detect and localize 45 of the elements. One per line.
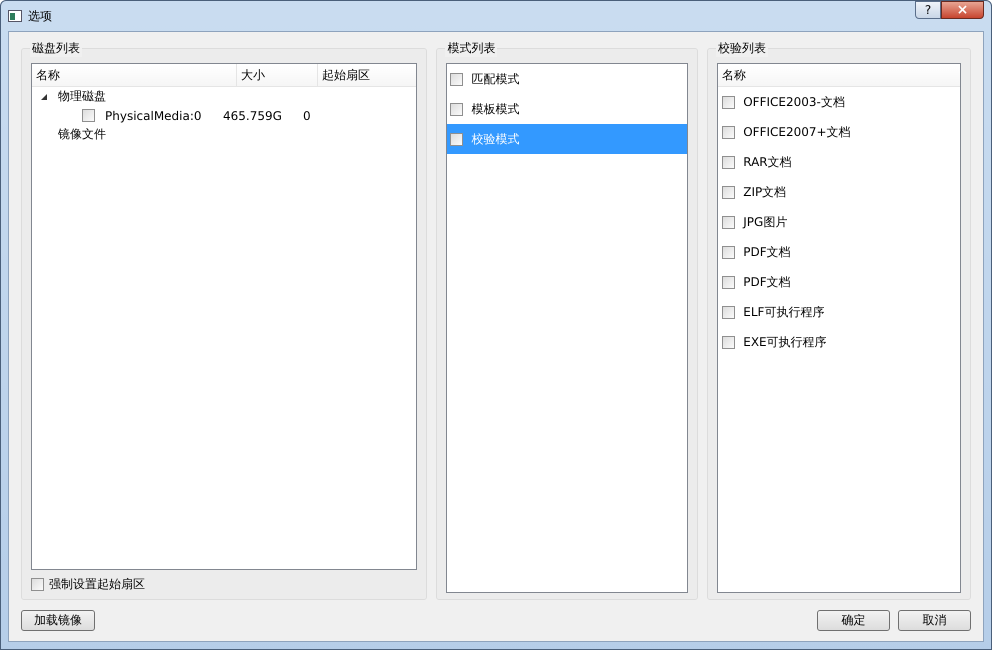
load-image-button[interactable]: 加载镜像 (21, 610, 95, 631)
tree-item-label[interactable]: PhysicalMedia:0 (101, 108, 219, 122)
table-cell-text: 0 (302, 108, 312, 122)
expanded-arrow-icon[interactable] (40, 92, 48, 100)
list-item[interactable]: 匹配模式 (447, 64, 688, 94)
column-header[interactable]: 名称 (32, 64, 237, 86)
checkbox[interactable] (722, 246, 736, 258)
checkbox[interactable] (722, 306, 736, 318)
list-item-label[interactable]: OFFICE2003-文档 (743, 94, 845, 110)
checkbox[interactable] (722, 186, 736, 198)
checkbox[interactable] (82, 109, 95, 122)
list-item-label[interactable]: PDF文档 (743, 274, 791, 290)
list-item[interactable]: 模板模式 (447, 94, 688, 124)
list-item-label[interactable]: ZIP文档 (743, 184, 786, 200)
table-cell-text: 465.759G (222, 108, 283, 122)
group-title: 磁盘列表 (30, 40, 82, 57)
checkbox[interactable] (722, 276, 736, 288)
checkbox-label[interactable]: 强制设置起始扇区 (49, 576, 145, 593)
window-title: 选项 (28, 8, 52, 24)
checkbox[interactable] (450, 102, 464, 116)
column-header[interactable]: 大小 (237, 64, 318, 86)
list-item-label[interactable]: OFFICE2007+文档 (743, 124, 851, 140)
list-item-label[interactable]: JPG图片 (743, 214, 788, 230)
column-header[interactable]: 起始扇区 (318, 64, 416, 86)
tree-item-label[interactable]: 物理磁盘 (54, 88, 262, 105)
group-title: 模式列表 (445, 40, 498, 57)
app-icon (8, 10, 22, 22)
checkbox[interactable] (450, 132, 464, 146)
checkbox[interactable] (722, 216, 736, 228)
list-item-label[interactable]: ELF可执行程序 (743, 304, 824, 320)
cancel-button[interactable]: 取消 (898, 610, 971, 631)
group-title: 校验列表 (716, 40, 768, 57)
checkbox[interactable] (722, 156, 736, 168)
checkbox[interactable] (722, 96, 736, 108)
ok-button[interactable]: 确定 (817, 610, 890, 631)
checkbox[interactable] (722, 336, 736, 348)
checkbox[interactable] (722, 126, 736, 138)
list-item-label[interactable]: EXE可执行程序 (743, 334, 827, 350)
tree-item-label[interactable]: 镜像文件 (54, 126, 262, 143)
list-item-label[interactable]: RAR文档 (743, 154, 792, 170)
column-header[interactable]: 名称 (718, 64, 960, 86)
help-button[interactable]: ? (915, 1, 941, 19)
list-item-label[interactable]: PDF文档 (743, 244, 791, 260)
checkbox[interactable] (450, 72, 464, 86)
checkbox[interactable] (31, 578, 44, 591)
